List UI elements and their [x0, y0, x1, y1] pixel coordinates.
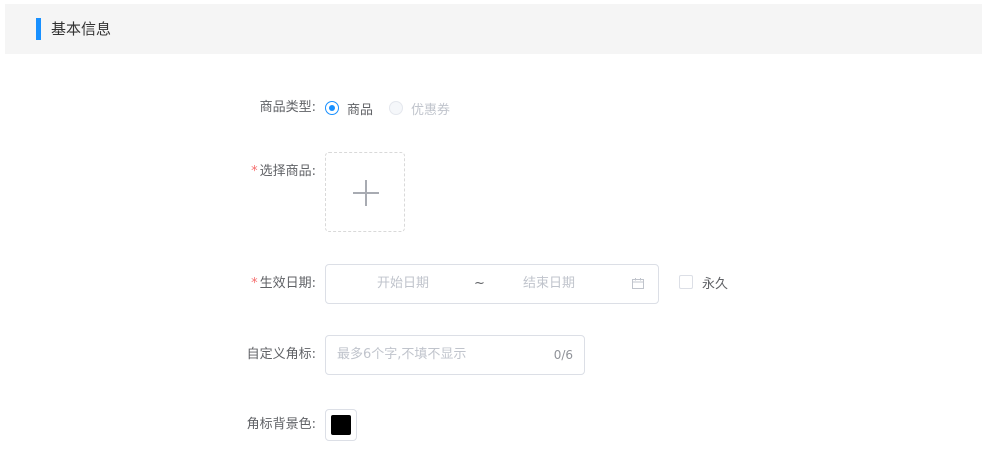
product-type-label: 商品类型:: [259, 100, 316, 115]
product-type-radio-group: 商品 优惠券: [325, 96, 466, 120]
badge-bg-color-label: 角标背景色:: [246, 417, 316, 432]
effective-date-label-text: 生效日期:: [259, 276, 316, 291]
radio-option-product-label: 商品: [347, 102, 374, 118]
required-mark: *: [251, 276, 258, 291]
custom-badge-label: 自定义角标:: [246, 347, 316, 362]
end-date-input[interactable]: 结束日期: [523, 265, 575, 303]
permanent-checkbox[interactable]: 永久: [679, 274, 729, 292]
custom-badge-placeholder: 最多6个字,不填不显示: [337, 347, 467, 362]
calendar-icon: [632, 278, 644, 289]
select-product-label-text: 选择商品:: [259, 164, 316, 179]
plus-icon-vertical: [365, 180, 367, 206]
form-row-select-product: * 选择商品:: [0, 160, 982, 184]
radio-option-coupon-label: 优惠券: [411, 102, 451, 118]
color-swatch: [331, 415, 351, 435]
checkbox-icon[interactable]: [679, 275, 693, 289]
effective-date-label: * 生效日期:: [0, 272, 316, 296]
form-row-badge-bg-color: 角标背景色:: [0, 413, 982, 437]
section-title: 基本信息: [51, 20, 112, 38]
badge-color-picker[interactable]: [325, 409, 357, 441]
required-mark: *: [251, 164, 258, 179]
select-product-upload[interactable]: [325, 152, 405, 232]
custom-badge-counter: 0/6: [553, 348, 573, 362]
section-accent-bar: [36, 18, 41, 40]
select-product-label: * 选择商品:: [0, 160, 316, 184]
custom-badge-input[interactable]: 最多6个字,不填不显示 0/6: [325, 335, 585, 375]
radio-option-product[interactable]: 商品: [325, 99, 373, 118]
permanent-checkbox-label: 永久: [702, 276, 729, 292]
date-range-separator: ~: [474, 276, 485, 291]
start-date-input[interactable]: 开始日期: [377, 265, 429, 303]
date-range-picker[interactable]: 开始日期 ~ 结束日期: [325, 264, 659, 304]
section-header: 基本信息: [5, 4, 982, 54]
radio-disabled-icon: [389, 101, 404, 115]
form-row-product-type: 商品类型: 商品 优惠券: [0, 96, 982, 120]
radio-option-coupon: 优惠券: [389, 99, 450, 118]
radio-checked-icon[interactable]: [325, 101, 339, 115]
